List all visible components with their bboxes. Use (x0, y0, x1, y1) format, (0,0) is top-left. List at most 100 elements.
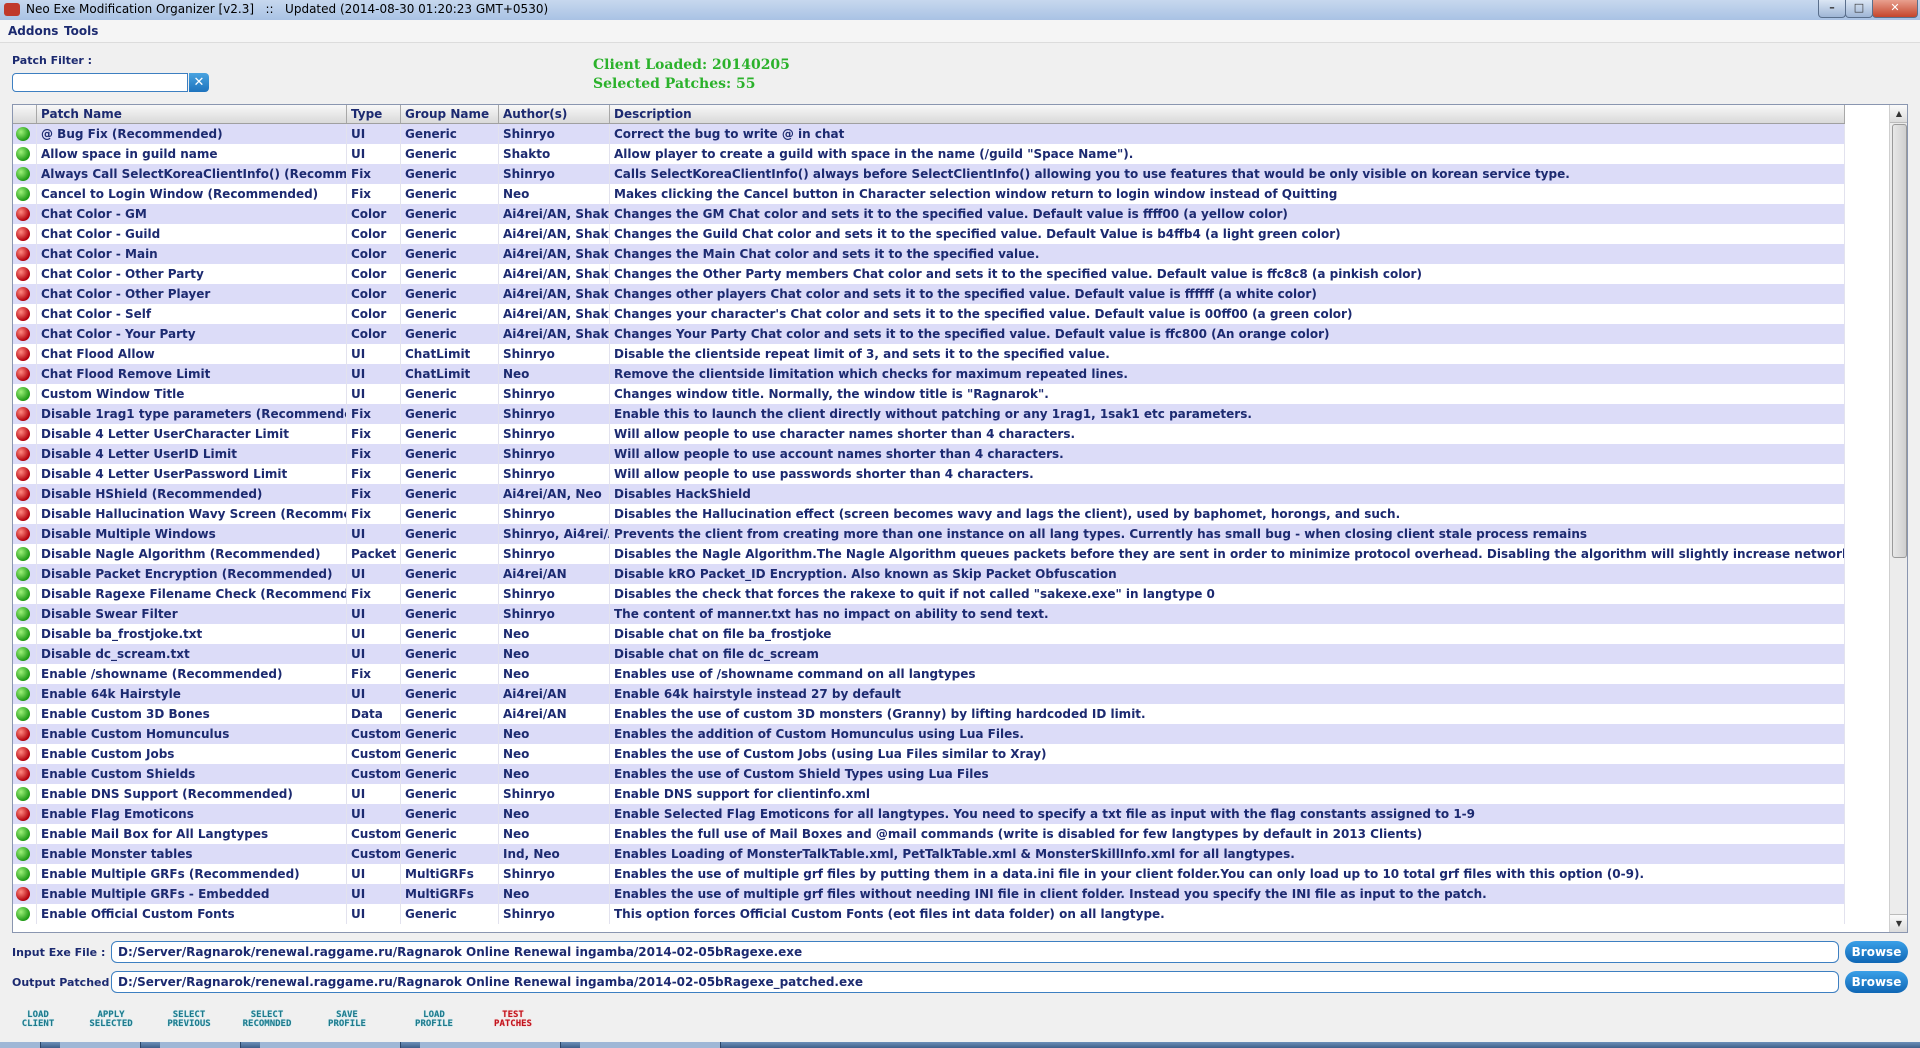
enabled-status-icon[interactable] (16, 787, 30, 801)
enabled-status-icon[interactable] (16, 127, 30, 141)
table-row[interactable]: Disable HShield (Recommended) Fix Generic A… (13, 484, 1845, 504)
minimize-button[interactable]: – (1818, 0, 1846, 18)
disabled-status-icon[interactable] (16, 807, 30, 821)
cell-status[interactable] (13, 664, 37, 684)
table-row[interactable]: Disable 4 Letter UserCharacter Limit Fix G… (13, 424, 1845, 444)
table-row[interactable]: Disable Packet Encryption (Recommended) U… (13, 564, 1845, 584)
cell-status[interactable] (13, 564, 37, 584)
disabled-status-icon[interactable] (16, 327, 30, 341)
table-row[interactable]: Disable Hallucination Wavy Screen (Recom… (13, 504, 1845, 524)
taskbar-item[interactable] (420, 1042, 561, 1048)
table-row[interactable]: Chat Color - Main Color Generic Ai4rei/AN, … (13, 244, 1845, 264)
close-button[interactable]: ✕ (1872, 0, 1918, 18)
taskbar-item[interactable] (60, 1042, 141, 1048)
disabled-status-icon[interactable] (16, 367, 30, 381)
enabled-status-icon[interactable] (16, 187, 30, 201)
cell-status[interactable] (13, 424, 37, 444)
load-client-button[interactable]: LOAD CLIENT (9, 1011, 67, 1029)
disabled-status-icon[interactable] (16, 887, 30, 901)
enabled-status-icon[interactable] (16, 667, 30, 681)
input-browse-button[interactable]: Browse (1845, 941, 1908, 963)
select-recommended-button[interactable]: SELECT RECOMNDED (238, 1011, 296, 1029)
cell-status[interactable] (13, 544, 37, 564)
cell-status[interactable] (13, 124, 37, 144)
enabled-status-icon[interactable] (16, 567, 30, 581)
enabled-status-icon[interactable] (16, 627, 30, 641)
cell-status[interactable] (13, 344, 37, 364)
enabled-status-icon[interactable] (16, 587, 30, 601)
disabled-status-icon[interactable] (16, 527, 30, 541)
table-row[interactable]: Enable /showname (Recommended) Fix Generic… (13, 664, 1845, 684)
start-orb[interactable] (0, 1042, 41, 1048)
cell-status[interactable] (13, 164, 37, 184)
disabled-status-icon[interactable] (16, 227, 30, 241)
cell-status[interactable] (13, 524, 37, 544)
cell-status[interactable] (13, 724, 37, 744)
enabled-status-icon[interactable] (16, 687, 30, 701)
disabled-status-icon[interactable] (16, 447, 30, 461)
load-profile-button[interactable]: LOAD PROFILE (405, 1011, 463, 1029)
cell-status[interactable] (13, 364, 37, 384)
table-row[interactable]: Enable Custom Shields Custom Generic Neo Ena… (13, 764, 1845, 784)
output-patched-field[interactable] (111, 971, 1839, 993)
table-row[interactable]: Chat Color - Your Party Color Generic Ai4re… (13, 324, 1845, 344)
disabled-status-icon[interactable] (16, 407, 30, 421)
table-row[interactable]: Chat Flood Allow UI ChatLimit Shinryo Disabl… (13, 344, 1845, 364)
table-row[interactable]: Disable Ragexe Filename Check (Recommend… (13, 584, 1845, 604)
table-row[interactable]: Always Call SelectKoreaClientInfo() (Rec… (13, 164, 1845, 184)
cell-status[interactable] (13, 264, 37, 284)
scroll-thumb[interactable] (1892, 124, 1907, 558)
save-profile-button[interactable]: SAVE PROFILE (318, 1011, 376, 1029)
table-row[interactable]: Enable 64k Hairstyle UI Generic Ai4rei/AN En… (13, 684, 1845, 704)
table-row[interactable]: Chat Color - GM Color Generic Ai4rei/AN, Sh… (13, 204, 1845, 224)
enabled-status-icon[interactable] (16, 907, 30, 921)
cell-status[interactable] (13, 404, 37, 424)
cell-status[interactable] (13, 904, 37, 924)
table-row[interactable]: Enable Custom 3D Bones Data Generic Ai4rei/… (13, 704, 1845, 724)
cell-status[interactable] (13, 504, 37, 524)
menu-tools[interactable]: Tools (64, 24, 98, 38)
table-row[interactable]: Enable Mail Box for All Langtypes Custom G… (13, 824, 1845, 844)
cell-status[interactable] (13, 204, 37, 224)
table-row[interactable]: Enable Multiple GRFs - Embedded UI MultiGR… (13, 884, 1845, 904)
table-row[interactable]: Chat Color - Guild Color Generic Ai4rei/AN,… (13, 224, 1845, 244)
enabled-status-icon[interactable] (16, 847, 30, 861)
disabled-status-icon[interactable] (16, 467, 30, 481)
cell-status[interactable] (13, 324, 37, 344)
menu-addons[interactable]: Addons (8, 24, 58, 38)
output-browse-button[interactable]: Browse (1845, 971, 1908, 993)
table-row[interactable]: Chat Color - Self Color Generic Ai4rei/AN, … (13, 304, 1845, 324)
table-row[interactable]: Enable Custom Homunculus Custom Generic Neo… (13, 724, 1845, 744)
disabled-status-icon[interactable] (16, 267, 30, 281)
table-row[interactable]: Allow space in guild name UI Generic Shakto… (13, 144, 1845, 164)
table-row[interactable]: Enable Official Custom Fonts UI Generic Shi… (13, 904, 1845, 924)
cell-status[interactable] (13, 184, 37, 204)
maximize-button[interactable]: □ (1845, 0, 1873, 18)
disabled-status-icon[interactable] (16, 347, 30, 361)
scroll-down-icon[interactable]: ▼ (1890, 914, 1907, 932)
cell-status[interactable] (13, 384, 37, 404)
header-patch-name[interactable]: Patch Name (37, 105, 347, 123)
table-row[interactable]: Disable 4 Letter UserID Limit Fix Generic S… (13, 444, 1845, 464)
taskbar-item[interactable] (580, 1042, 721, 1048)
table-scrollbar[interactable]: ▲ ▼ (1889, 105, 1907, 932)
cell-status[interactable] (13, 784, 37, 804)
disabled-status-icon[interactable] (16, 747, 30, 761)
table-row[interactable]: Disable Nagle Algorithm (Recommended) Pac… (13, 544, 1845, 564)
table-row[interactable]: Chat Color - Other Party Color Generic Ai4r… (13, 264, 1845, 284)
cell-status[interactable] (13, 464, 37, 484)
enabled-status-icon[interactable] (16, 827, 30, 841)
clear-filter-icon[interactable]: ✕ (189, 73, 209, 92)
cell-status[interactable] (13, 644, 37, 664)
apply-selected-button[interactable]: APPLY SELECTED (82, 1011, 140, 1029)
cell-status[interactable] (13, 884, 37, 904)
disabled-status-icon[interactable] (16, 767, 30, 781)
cell-status[interactable] (13, 284, 37, 304)
table-row[interactable]: Enable Custom Jobs Custom Generic Neo Enable… (13, 744, 1845, 764)
table-row[interactable]: Enable Monster tables Custom Generic Ind, N… (13, 844, 1845, 864)
cell-status[interactable] (13, 844, 37, 864)
table-row[interactable]: Custom Window Title UI Generic Shinryo Chang… (13, 384, 1845, 404)
table-row[interactable]: Disable 4 Letter UserPassword Limit Fix Ge… (13, 464, 1845, 484)
enabled-status-icon[interactable] (16, 867, 30, 881)
cell-status[interactable] (13, 584, 37, 604)
